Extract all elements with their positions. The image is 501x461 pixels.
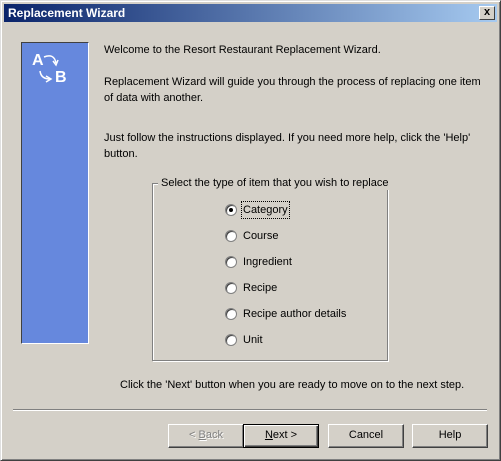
wizard-side-panel: A B (21, 42, 89, 344)
radio-button[interactable] (225, 334, 237, 346)
description-text: Replacement Wizard will guide you throug… (104, 76, 481, 104)
next-button[interactable]: Next > (243, 424, 319, 448)
radio-label[interactable]: Category (241, 201, 290, 219)
welcome-text: Welcome to the Resort Restaurant Replace… (104, 44, 381, 56)
back-mnemonic: B (198, 429, 206, 441)
radio-label[interactable]: Recipe (242, 280, 278, 296)
back-prefix: < (189, 429, 199, 441)
button-divider (13, 409, 487, 411)
back-rest: ack (205, 429, 223, 441)
radio-label[interactable]: Unit (242, 332, 264, 348)
radio-label[interactable]: Ingredient (242, 254, 293, 270)
radio-button[interactable] (225, 282, 237, 294)
next-step-hint: Click the 'Next' button when you are rea… (120, 379, 465, 391)
radio-button[interactable] (225, 204, 237, 216)
window-title: Replacement Wizard (8, 6, 126, 20)
a-to-b-icon: A B (32, 52, 67, 85)
close-button[interactable]: x (479, 6, 495, 20)
cancel-button[interactable]: Cancel (328, 424, 404, 448)
radio-button[interactable] (225, 230, 237, 242)
next-mnemonic: N (264, 429, 273, 441)
radio-label[interactable]: Recipe author details (242, 306, 347, 322)
logo-letter-a: A (32, 52, 44, 69)
back-button[interactable]: < Back (168, 424, 244, 448)
radio-button[interactable] (225, 256, 237, 268)
item-type-legend: Select the type of item that you wish to… (158, 176, 392, 190)
radio-button[interactable] (225, 308, 237, 320)
instructions-text: Just follow the instructions displayed. … (104, 132, 471, 160)
logo-letter-b: B (55, 69, 67, 85)
radio-label[interactable]: Course (242, 228, 279, 244)
title-bar[interactable]: Replacement Wizard x (4, 4, 497, 22)
help-button[interactable]: Help (412, 424, 488, 448)
next-rest: ext > (272, 429, 298, 441)
